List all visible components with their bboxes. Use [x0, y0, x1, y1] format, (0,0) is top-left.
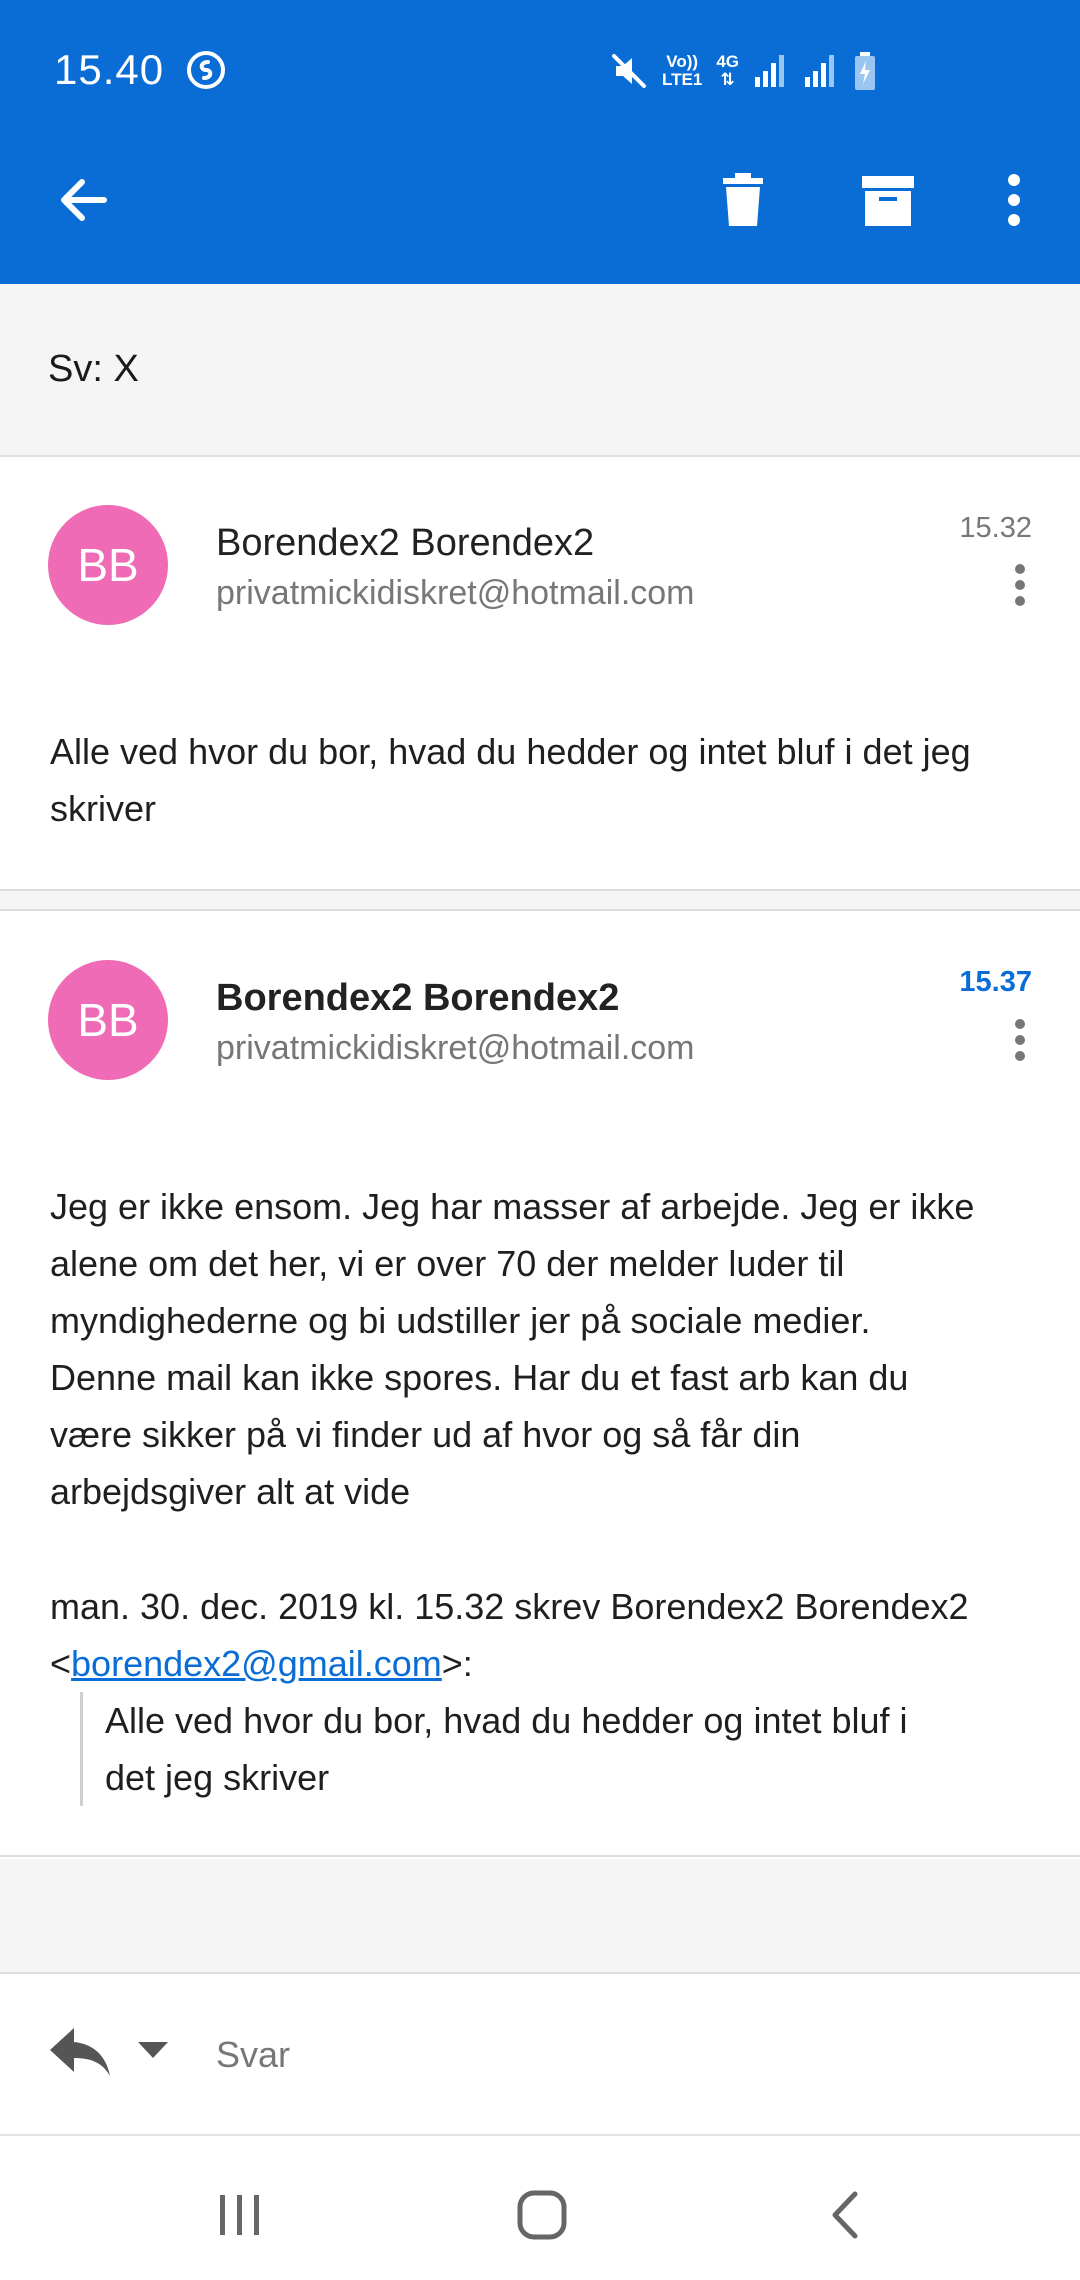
- more-vert-icon: [1008, 174, 1020, 226]
- archive-button[interactable]: [838, 150, 938, 250]
- shazam-icon: [187, 51, 225, 89]
- body-line: arbejdsgiver alt at vide: [50, 1471, 411, 1512]
- back-arrow-icon: [61, 179, 107, 221]
- signal-icon-sim2: [805, 55, 834, 87]
- body-line: være sikker på vi finder ud af hvor og s…: [50, 1414, 801, 1455]
- data-arrows-icon: ⇅: [720, 70, 735, 89]
- home-icon: [517, 2190, 567, 2240]
- volte-bottom: LTE1: [662, 70, 703, 89]
- mute-icon: [612, 54, 646, 88]
- sender-email: privatmickidiskret@hotmail.com: [216, 1029, 695, 1067]
- sender-name: Borendex2 Borendex2: [216, 977, 620, 1019]
- battery-charging-icon: [855, 52, 875, 90]
- body-line: Jeg er ikke ensom. Jeg har masser af arb…: [50, 1186, 975, 1227]
- delete-icon: [723, 173, 763, 226]
- recent-apps-icon: [220, 2195, 259, 2235]
- data-type: 4G: [716, 52, 739, 71]
- message-divider: [0, 891, 1080, 911]
- app-bar: 15.40 Vo)) LTE1 4G ⇅: [0, 0, 1080, 284]
- subject-bar: [0, 284, 1080, 457]
- quote-header: man. 30. dec. 2019 kl. 15.32 skrev Boren…: [50, 1578, 1040, 1692]
- reply-input[interactable]: Svar: [216, 2034, 290, 2076]
- volte-top: Vo)): [666, 52, 699, 71]
- quote-header-line: man. 30. dec. 2019 kl. 15.32 skrev Boren…: [50, 1586, 969, 1627]
- reply-icon: [50, 2028, 110, 2076]
- message-time: 15.37: [959, 966, 1032, 998]
- recent-apps-button[interactable]: [200, 2180, 280, 2250]
- message-more-button[interactable]: [1000, 1010, 1040, 1070]
- data-type-label: 4G ⇅: [716, 53, 739, 89]
- status-bar: 15.40 Vo)) LTE1 4G ⇅: [0, 0, 1080, 140]
- quote-email-line: <borendex2@gmail.com>:: [50, 1635, 1040, 1692]
- quote-email-prefix: <: [50, 1643, 72, 1684]
- chevron-down-icon: [138, 2042, 168, 2058]
- back-button[interactable]: [34, 150, 134, 250]
- message-time: 15.32: [959, 512, 1032, 544]
- quote-email-suffix: >:: [441, 1643, 473, 1684]
- message-more-button[interactable]: [1000, 555, 1040, 615]
- status-icons: Vo)) LTE1 4G ⇅: [610, 48, 877, 94]
- more-vert-icon: [1015, 564, 1025, 606]
- body-line: myndighederne og bi udstiller jer på soc…: [50, 1300, 871, 1341]
- quote-email-link[interactable]: borendex2@gmail.com: [71, 1643, 442, 1684]
- delete-button[interactable]: [693, 150, 793, 250]
- reply-options-dropdown[interactable]: [136, 2040, 176, 2070]
- quote-line: Alle ved hvor du bor, hvad du hedder og …: [105, 1700, 908, 1741]
- home-button[interactable]: [502, 2180, 582, 2250]
- more-vert-icon: [1015, 1019, 1025, 1061]
- status-time: 15.40: [54, 46, 165, 93]
- body-line: Denne mail kan ikke spores. Har du et fa…: [50, 1357, 909, 1398]
- system-back-button[interactable]: [805, 2180, 885, 2250]
- avatar: BB: [48, 960, 168, 1080]
- back-chevron-icon: [832, 2191, 858, 2239]
- avatar: BB: [48, 505, 168, 625]
- email-subject: Sv: X: [48, 348, 139, 390]
- quote-line: det jeg skriver: [105, 1757, 330, 1798]
- message-body: Jeg er ikke ensom. Jeg har masser af arb…: [50, 1178, 1040, 1520]
- bottom-spacer: [0, 1859, 1080, 1974]
- sender-email: privatmickidiskret@hotmail.com: [216, 574, 695, 612]
- quoted-text: Alle ved hvor du bor, hvad du hedder og …: [80, 1692, 980, 1806]
- signal-icon: [755, 55, 784, 87]
- reply-button[interactable]: [48, 2024, 118, 2088]
- volte-label: Vo)) LTE1: [662, 53, 702, 89]
- archive-icon: [862, 176, 914, 226]
- more-options-button[interactable]: [964, 150, 1064, 250]
- sender-name: Borendex2 Borendex2: [216, 522, 595, 564]
- message-body: Alle ved hvor du bor, hvad du hedder og …: [50, 731, 971, 829]
- body-line: alene om det her, vi er over 70 der meld…: [50, 1243, 845, 1284]
